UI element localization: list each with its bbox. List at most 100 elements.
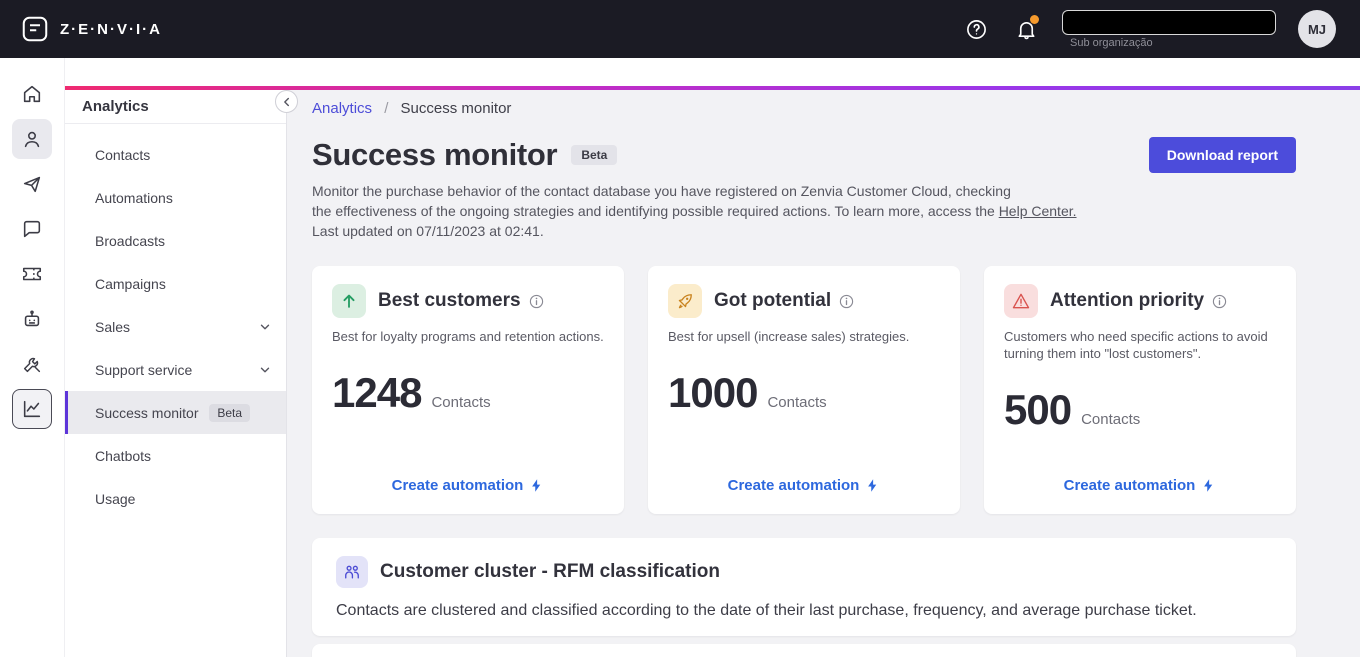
card-header: Best customers	[332, 284, 604, 318]
rail-item-tools[interactable]	[12, 344, 52, 384]
card-value-row: 500 Contacts	[1004, 386, 1276, 434]
info-icon[interactable]	[1212, 294, 1227, 309]
sidebar-item-label: Automations	[95, 189, 173, 206]
rail-item-conversations[interactable]	[12, 209, 52, 249]
customer-cluster-card: Customer cluster - RFM classification Co…	[312, 538, 1296, 636]
card-attention-priority: Attention priority Customers who need sp…	[984, 266, 1296, 514]
card-header: Attention priority	[1004, 284, 1276, 318]
sidebar-item-contacts[interactable]: Contacts	[65, 133, 286, 176]
icon-rail	[0, 58, 65, 657]
title-left: Success monitor Beta	[312, 138, 618, 172]
rail-item-tickets[interactable]	[12, 254, 52, 294]
rail-item-broadcasts[interactable]	[12, 164, 52, 204]
rail-item-chatbots[interactable]	[12, 299, 52, 339]
card-title: Best customers	[378, 290, 521, 311]
warning-icon	[1004, 284, 1038, 318]
sidebar-list: Contacts Automations Broadcasts Campaign…	[65, 133, 286, 520]
chat-icon	[23, 220, 41, 238]
contacts-icon	[24, 131, 40, 148]
sidebar-item-sales[interactable]: Sales	[65, 305, 286, 348]
sidebar-item-broadcasts[interactable]: Broadcasts	[65, 219, 286, 262]
sidebar-item-support-service[interactable]: Support service	[65, 348, 286, 391]
card-value: 1248	[332, 369, 422, 416]
sidebar-item-chatbots[interactable]: Chatbots	[65, 434, 286, 477]
create-automation-link[interactable]: Create automation	[392, 477, 545, 494]
help-center-link[interactable]: Help Center.	[999, 203, 1077, 219]
sidebar-item-campaigns[interactable]: Campaigns	[65, 262, 286, 305]
screen: Z·E·N·V·I·A Sub organização MJ Analytics…	[0, 0, 1360, 657]
card-best-customers: Best customers Best for loyalty programs…	[312, 266, 624, 514]
sidebar-item-automations[interactable]: Automations	[65, 176, 286, 219]
send-icon	[23, 176, 41, 193]
sidebar-item-usage[interactable]: Usage	[65, 477, 286, 520]
create-automation-link[interactable]: Create automation	[1064, 477, 1217, 494]
cluster-card-title: Customer cluster - RFM classification	[380, 561, 720, 582]
next-card-partial	[312, 644, 1296, 657]
sidebar-item-label: Broadcasts	[95, 232, 166, 249]
ticket-icon	[22, 267, 42, 281]
card-subtitle: Best for loyalty programs and retention …	[332, 329, 604, 344]
sidebar: Analytics Contacts Automations Broadcast…	[65, 90, 298, 657]
rocket-icon	[668, 284, 702, 318]
beta-badge: Beta	[209, 403, 250, 422]
chevron-down-icon	[258, 320, 272, 334]
download-report-button[interactable]: Download report	[1148, 137, 1296, 173]
rail-item-home[interactable]	[12, 74, 52, 114]
card-unit: Contacts	[1081, 411, 1141, 428]
card-unit: Contacts	[431, 394, 491, 411]
description-line-2: the effectiveness of the ongoing strateg…	[312, 203, 1077, 219]
help-circle-icon	[966, 19, 986, 39]
brand-text: Z·E·N·V·I·A	[60, 20, 162, 38]
last-updated: Last updated on 07/11/2023 at 02:41.	[312, 223, 544, 239]
breadcrumb-separator: /	[384, 100, 389, 117]
breadcrumb-current: Success monitor	[400, 100, 512, 117]
lightning-bolt-icon	[532, 479, 541, 492]
rail-item-contacts[interactable]	[12, 119, 52, 159]
sidebar-item-label: Success monitor	[95, 404, 199, 421]
card-header: Customer cluster - RFM classification	[336, 556, 1272, 588]
organization-selector[interactable]: Sub organização	[1062, 9, 1276, 49]
card-unit: Contacts	[767, 394, 827, 411]
chevron-down-icon	[258, 363, 272, 377]
sidebar-item-label: Contacts	[95, 146, 151, 163]
info-icon[interactable]	[529, 294, 544, 309]
lightning-bolt-icon	[1204, 479, 1213, 492]
card-subtitle: Best for upsell (increase sales) strateg…	[668, 329, 910, 344]
right-of-rail: Analytics Contacts Automations Broadcast…	[65, 58, 1360, 657]
lightning-bolt-icon	[868, 479, 877, 492]
sidebar-item-success-monitor[interactable]: Success monitor Beta	[65, 391, 286, 434]
header-sub-strip	[65, 58, 1360, 86]
arrow-up-icon	[332, 284, 366, 318]
sidebar-item-label: Chatbots	[95, 447, 152, 464]
help-button[interactable]	[962, 15, 990, 43]
brand: Z·E·N·V·I·A	[20, 14, 162, 44]
bot-icon	[24, 310, 40, 327]
stat-cards: Best customers Best for loyalty programs…	[312, 266, 1296, 514]
sidebar-collapse-button[interactable]	[275, 90, 298, 113]
title-row: Success monitor Beta Download report	[312, 137, 1296, 173]
breadcrumb-analytics-link[interactable]: Analytics	[312, 100, 372, 117]
card-value: 500	[1004, 386, 1072, 433]
analytics-icon	[23, 400, 41, 418]
avatar[interactable]: MJ	[1298, 10, 1336, 48]
app-body: Analytics Contacts Automations Broadcast…	[0, 58, 1360, 657]
card-value: 1000	[668, 369, 758, 416]
home-icon	[23, 85, 41, 103]
sidebar-item-label: Sales	[95, 318, 131, 335]
main-content: Analytics / Success monitor Success moni…	[287, 90, 1360, 657]
sidebar-item-label: Support service	[95, 361, 193, 378]
info-icon[interactable]	[839, 294, 854, 309]
notifications-button[interactable]	[1012, 15, 1040, 43]
sidebar-header: Analytics	[65, 90, 286, 124]
description-line-1: Monitor the purchase behavior of the con…	[312, 183, 1011, 199]
sidebar-title: Analytics	[82, 98, 149, 115]
cluster-card-description: Contacts are clustered and classified ac…	[336, 602, 1197, 619]
page-description: Monitor the purchase behavior of the con…	[312, 181, 1296, 241]
create-automation-link[interactable]: Create automation	[728, 477, 881, 494]
chevron-left-icon	[283, 97, 289, 106]
panel-row: Analytics Contacts Automations Broadcast…	[65, 90, 1360, 657]
header-right: Sub organização MJ	[962, 9, 1336, 49]
card-title: Attention priority	[1050, 290, 1205, 311]
zenvia-logo-icon	[22, 16, 48, 42]
rail-item-analytics[interactable]	[12, 389, 52, 429]
